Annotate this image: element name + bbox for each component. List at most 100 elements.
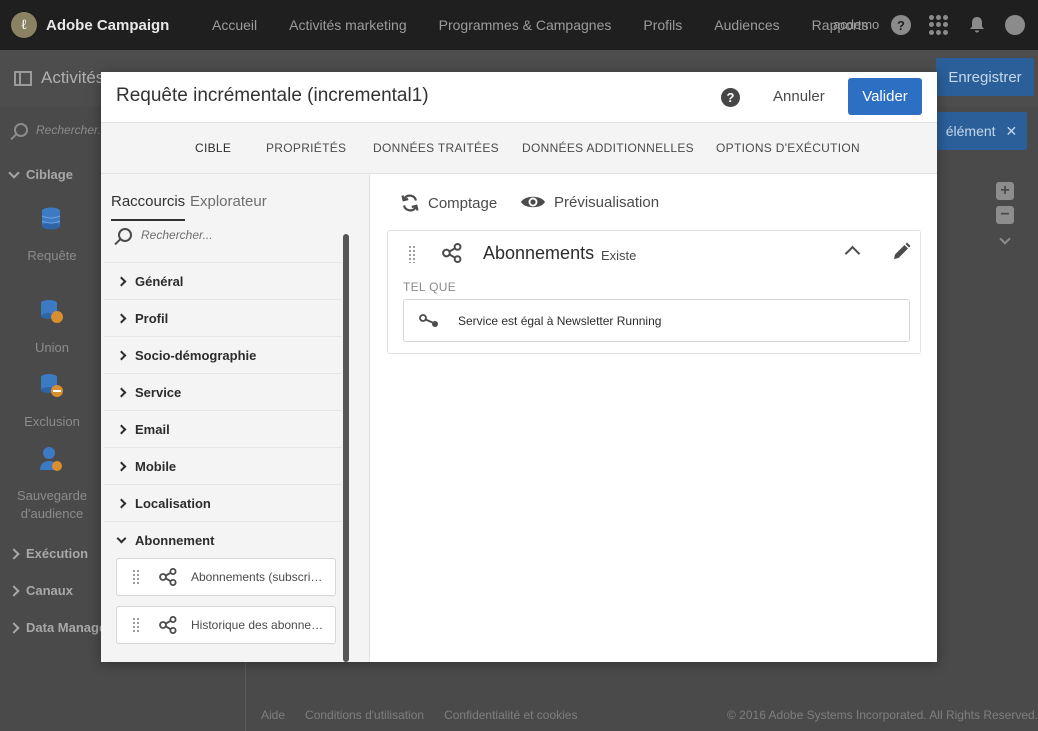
shortcuts-search-input[interactable]: Rechercher... — [118, 228, 213, 242]
drag-handle-icon[interactable] — [132, 617, 140, 633]
drag-handle-icon[interactable] — [132, 569, 140, 585]
chevron-up-icon[interactable] — [844, 245, 861, 262]
chevron-right-icon — [116, 276, 127, 286]
condition-link-icon — [419, 313, 438, 327]
apps-grid-icon[interactable] — [929, 15, 949, 35]
bell-icon[interactable] — [967, 15, 987, 35]
footer-help-link[interactable]: Aide — [261, 708, 285, 722]
exclusion-icon — [41, 374, 63, 397]
adobe-campaign-logo[interactable]: ℓ — [11, 12, 37, 38]
eye-icon — [521, 196, 545, 208]
category-mobile[interactable]: Mobile — [104, 447, 342, 484]
nav-profils[interactable]: Profils — [643, 17, 682, 33]
tab-proprietes[interactable]: PROPRIÉTÉS — [266, 141, 346, 155]
dialog-header: Requête incrémentale (incremental1) ? An… — [101, 72, 937, 122]
palette-search[interactable]: Rechercher... — [14, 123, 108, 137]
preview-button[interactable]: Prévisualisation — [520, 193, 659, 211]
nav-activites-marketing[interactable]: Activités marketing — [289, 17, 406, 33]
tab-donnees-additionnelles[interactable]: DONNÉES ADDITIONNELLES — [522, 141, 694, 155]
user-name[interactable]: acdemo — [833, 17, 879, 32]
help-icon[interactable]: ? — [721, 88, 740, 107]
count-button[interactable]: Comptage — [400, 193, 497, 213]
scrollbar[interactable] — [343, 234, 349, 662]
save-button[interactable]: Enregistrer — [936, 58, 1034, 96]
chevron-down-icon — [116, 533, 127, 543]
incremental-query-dialog: Requête incrémentale (incremental1) ? An… — [101, 72, 937, 662]
avatar[interactable] — [1005, 15, 1025, 35]
workflow-title: Activités — [14, 68, 104, 88]
link-share-icon — [159, 616, 177, 634]
help-icon[interactable]: ? — [891, 15, 911, 35]
activity-union[interactable]: Union — [0, 298, 104, 357]
shortcut-item-label: Historique des abonnements — [191, 618, 327, 632]
chevron-down-icon[interactable] — [999, 230, 1011, 248]
selected-element-chip[interactable]: élément ✕ — [936, 112, 1027, 150]
chevron-right-icon — [116, 387, 127, 397]
validate-button[interactable]: Valider — [848, 78, 922, 115]
palette-group-ciblage[interactable]: Ciblage — [8, 166, 73, 182]
union-icon — [41, 300, 63, 323]
category-socio-demographie[interactable]: Socio-démographie — [104, 336, 342, 373]
palette-group-execution[interactable]: Exécution — [8, 546, 88, 561]
palette-group-canaux[interactable]: Canaux — [8, 583, 73, 598]
close-icon[interactable]: ✕ — [1006, 123, 1018, 140]
pencil-icon[interactable] — [891, 242, 911, 262]
chevron-down-icon — [8, 166, 20, 179]
brand-name: Adobe Campaign — [46, 16, 170, 34]
query-icon — [41, 207, 61, 230]
section-label-tel-que: TEL QUE — [403, 280, 457, 294]
chevron-right-icon — [116, 424, 127, 434]
chevron-right-icon — [8, 547, 20, 560]
preview-label: Prévisualisation — [554, 193, 660, 211]
link-share-icon — [442, 243, 462, 263]
nav-audiences[interactable]: Audiences — [714, 17, 779, 33]
nav-programmes-campagnes[interactable]: Programmes & Campagnes — [439, 17, 612, 33]
dialog-title: Requête incrémentale (incremental1) — [116, 85, 429, 106]
footer-privacy-link[interactable]: Confidentialité et cookies — [444, 708, 577, 722]
query-block-operator[interactable]: Existe — [601, 248, 636, 263]
category-profil[interactable]: Profil — [104, 299, 342, 336]
condition-text: Service est égal à Newsletter Running — [458, 313, 662, 328]
tab-cible[interactable]: CIBLE — [195, 141, 232, 176]
activity-exclusion[interactable]: Exclusion — [0, 372, 104, 431]
chevron-right-icon — [8, 621, 20, 634]
chevron-right-icon — [8, 584, 20, 597]
nav-accueil[interactable]: Accueil — [212, 17, 257, 33]
palette-group-data-management[interactable]: Data Manage — [8, 620, 106, 635]
shortcut-item-subscription-history[interactable]: Historique des abonnements — [116, 606, 336, 644]
dialog-tabs: CIBLE PROPRIÉTÉS DONNÉES TRAITÉES DONNÉE… — [101, 122, 937, 176]
query-editor: Comptage Prévisualisation Abonnements Ex… — [371, 174, 937, 662]
activity-query[interactable]: Requête — [0, 206, 104, 265]
category-abonnement[interactable]: Abonnement — [104, 521, 342, 558]
drag-handle-icon[interactable] — [408, 245, 416, 263]
category-service[interactable]: Service — [104, 373, 342, 410]
category-general[interactable]: Général — [104, 262, 342, 299]
chevron-right-icon — [116, 498, 127, 508]
query-block[interactable]: Abonnements Existe TEL QUE Service est é… — [387, 230, 921, 354]
cancel-button[interactable]: Annuler — [773, 88, 825, 105]
chip-label: élément — [945, 123, 996, 139]
category-localisation[interactable]: Localisation — [104, 484, 342, 521]
footer-terms-link[interactable]: Conditions d'utilisation — [305, 708, 424, 722]
count-label: Comptage — [428, 194, 498, 212]
copyright: © 2016 Adobe Systems Incorporated. All R… — [727, 708, 1038, 722]
footer-links: Aide Conditions d'utilisation Confidenti… — [261, 708, 577, 722]
tab-raccourcis[interactable]: Raccourcis — [111, 193, 186, 221]
category-email[interactable]: Email — [104, 410, 342, 447]
shortcut-item-subscriptions[interactable]: Abonnements (subscriptions) — [116, 558, 336, 596]
query-block-title: Abonnements — [483, 243, 595, 263]
refresh-icon — [401, 194, 419, 212]
panel-toggle-icon[interactable] — [14, 70, 32, 86]
top-bar: ℓ Adobe Campaign Accueil Activités marke… — [0, 0, 1038, 50]
link-share-icon — [159, 568, 177, 586]
tab-explorateur[interactable]: Explorateur — [190, 193, 267, 210]
tab-donnees-traitees[interactable]: DONNÉES TRAITÉES — [373, 141, 499, 155]
zoom-in-icon[interactable]: + — [996, 182, 1014, 200]
search-icon — [14, 123, 28, 137]
shortcut-item-label: Abonnements (subscriptions) — [191, 570, 327, 584]
zoom-out-icon[interactable]: − — [996, 206, 1014, 224]
tab-options-execution[interactable]: OPTIONS D'EXÉCUTION — [716, 141, 860, 155]
query-condition[interactable]: Service est égal à Newsletter Running — [403, 299, 910, 342]
chevron-right-icon — [116, 461, 127, 471]
activity-save-audience[interactable]: Sauvegarde d'audience — [0, 446, 104, 523]
